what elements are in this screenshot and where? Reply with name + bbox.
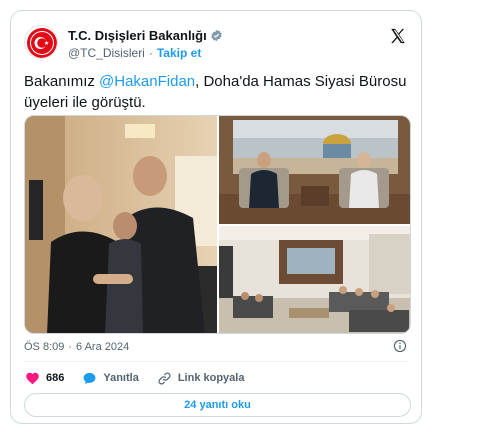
verified-badge-icon	[211, 29, 222, 42]
reply-button[interactable]: Yanıtla	[82, 371, 139, 386]
meeting-room-photo-image	[219, 226, 410, 333]
seated-meeting-photo-image	[219, 116, 410, 224]
ministry-seal-icon	[27, 28, 57, 58]
link-icon	[158, 372, 171, 384]
x-logo-icon[interactable]	[389, 27, 407, 45]
account-name[interactable]: T.C. Dışişleri Bakanlığı	[68, 28, 207, 43]
tweet-card: T.C. Dışişleri Bakanlığı @TC_Disisleri ·…	[10, 10, 422, 424]
photo-handshake[interactable]	[25, 116, 217, 333]
mention-link[interactable]: @HakanFidan	[99, 73, 195, 90]
tweet-timestamp[interactable]: ÖS 8:09 · 6 Ara 2024	[24, 341, 129, 353]
timestamp-time: ÖS 8:09	[24, 341, 65, 353]
handle-row: @TC_Disisleri · Takip et	[68, 46, 201, 60]
copy-link-label: Link kopyala	[177, 372, 245, 384]
timestamp-separator: ·	[68, 341, 73, 353]
reply-bubble-icon	[83, 372, 96, 384]
photo-meeting-seated[interactable]	[219, 116, 410, 224]
read-replies-label: 24 yanıtı oku	[184, 399, 251, 411]
like-count: 686	[46, 372, 65, 384]
divider	[24, 361, 409, 362]
tweet-header: T.C. Dışişleri Bakanlığı @TC_Disisleri ·…	[24, 25, 409, 61]
photo-meeting-room[interactable]	[219, 226, 410, 333]
follow-button[interactable]: Takip et	[157, 46, 201, 60]
heart-icon	[26, 372, 39, 384]
read-replies-button[interactable]: 24 yanıtı oku	[24, 393, 411, 417]
reply-label: Yanıtla	[103, 372, 139, 384]
tweet-media-grid	[24, 115, 411, 334]
timestamp-date: 6 Ara 2024	[76, 341, 130, 353]
tweet-text-start: Bakanımız	[24, 73, 100, 90]
handshake-photo-image	[25, 116, 217, 333]
account-avatar[interactable]	[24, 25, 58, 59]
name-row: T.C. Dışişleri Bakanlığı	[68, 28, 223, 43]
account-handle[interactable]: @TC_Disisleri	[68, 46, 145, 60]
action-bar: 686 Yanıtla Link kopyala	[25, 370, 262, 386]
separator-dot: ·	[148, 46, 153, 60]
like-button[interactable]: 686	[25, 371, 64, 386]
copy-link-button[interactable]: Link kopyala	[157, 371, 245, 386]
tweet-text: Bakanımız @HakanFidan, Doha'da Hamas Siy…	[24, 71, 409, 113]
info-icon[interactable]	[393, 339, 407, 353]
